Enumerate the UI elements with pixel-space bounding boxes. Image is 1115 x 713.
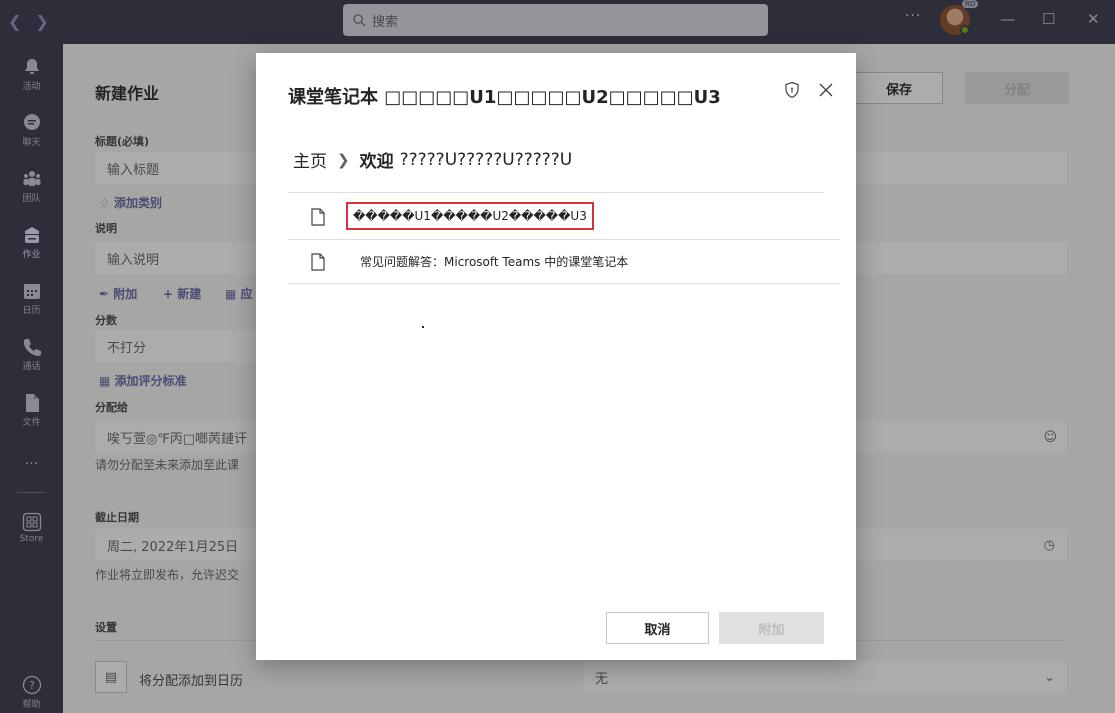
close-icon[interactable] xyxy=(817,81,835,99)
breadcrumb: 主页 ❯ 欢迎 ?????U?????U?????U xyxy=(293,147,573,173)
cancel-button[interactable]: 取消 xyxy=(606,612,709,644)
dialog-title: 课堂笔记本 □□□□□U1□□□□□U2□□□□□U3 xyxy=(288,87,721,108)
list-item[interactable]: 常见问题解答：Microsoft Teams 中的课堂笔记本 xyxy=(288,240,840,284)
chevron-right-icon: ❯ xyxy=(337,150,350,169)
list-item-label: 常见问题解答：Microsoft Teams 中的课堂笔记本 xyxy=(360,255,629,269)
attach-button: 附加 xyxy=(719,612,824,644)
list-item-label: �����U1�����U2�����U3 xyxy=(346,202,594,230)
breadcrumb-current-sub: ?????U?????U?????U xyxy=(399,149,573,170)
page-icon xyxy=(311,253,325,271)
stray-dot xyxy=(422,326,424,328)
shield-icon[interactable] xyxy=(783,81,801,99)
breadcrumb-current: 欢迎 xyxy=(359,152,394,172)
page-icon xyxy=(311,208,325,226)
breadcrumb-home[interactable]: 主页 xyxy=(293,147,327,172)
list-item[interactable]: �����U1�����U2�����U3 xyxy=(288,193,840,240)
page-list: �����U1�����U2�����U3 常见问题解答：Microsoft T… xyxy=(288,192,840,284)
class-notebook-dialog: 课堂笔记本 □□□□□U1□□□□□U2□□□□□U3 主页 ❯ 欢迎 ????… xyxy=(256,53,856,660)
